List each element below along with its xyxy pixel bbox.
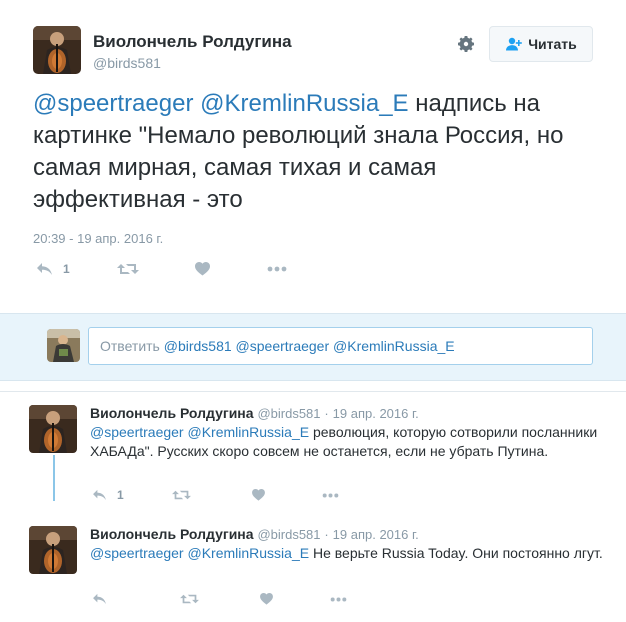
reply-button[interactable]: [92, 593, 117, 605]
reply-text: @speertraeger @KremlinRussia_E Не верьте…: [90, 544, 620, 563]
reply-input[interactable]: Ответить @birds581 @speertraeger @Kremli…: [88, 327, 593, 365]
reply-icon: [93, 593, 106, 605]
more-icon: [330, 597, 347, 601]
tweet-actions: 1: [36, 262, 287, 276]
retweet-button[interactable]: [180, 593, 199, 605]
reply-button[interactable]: 1: [92, 488, 124, 502]
separator: ·: [324, 406, 329, 421]
reply-date[interactable]: 19 апр. 2016 г.: [333, 406, 419, 421]
reply-count: 1: [117, 488, 124, 502]
reply-mentions: @birds581 @speertraeger @KremlinRussia_E: [163, 338, 455, 354]
mention-link[interactable]: @speertraeger: [33, 90, 193, 117]
thread-reply[interactable]: Виолончель Ролдугина @birds581 · 19 апр.…: [0, 510, 626, 622]
more-button[interactable]: [330, 597, 347, 602]
like-button[interactable]: [260, 593, 273, 605]
reply-author-handle[interactable]: @birds581: [257, 527, 320, 542]
heart-icon: [194, 262, 210, 276]
thread-connector: [53, 455, 55, 501]
retweet-button[interactable]: [116, 262, 139, 276]
more-icon: [267, 266, 287, 272]
reply-header: Виолончель Ролдугина @birds581 · 19 апр.…: [90, 526, 419, 542]
reply-date[interactable]: 19 апр. 2016 г.: [333, 527, 419, 542]
current-user-avatar: [47, 329, 80, 362]
mention-links[interactable]: @speertraeger @KremlinRussia_E: [90, 545, 309, 561]
reply-author-name[interactable]: Виолончель Ролдугина: [90, 526, 254, 542]
author-name[interactable]: Виолончель Ролдугина: [93, 32, 292, 52]
author-handle[interactable]: @birds581: [93, 55, 161, 71]
main-tweet: Виолончель Ролдугина @birds581 Читать @s…: [0, 0, 626, 313]
reply-author-handle[interactable]: @birds581: [257, 406, 320, 421]
gear-icon[interactable]: [456, 34, 476, 54]
reply-author-name[interactable]: Виолончель Ролдугина: [90, 405, 254, 421]
tweet-timestamp[interactable]: 20:39 - 19 апр. 2016 г.: [33, 231, 163, 246]
follow-button[interactable]: Читать: [489, 26, 593, 62]
avatar[interactable]: [29, 526, 77, 574]
like-button[interactable]: [251, 489, 265, 501]
mention-links[interactable]: @speertraeger @KremlinRussia_E: [90, 424, 309, 440]
reply-actions: [92, 593, 347, 605]
reply-button[interactable]: 1: [36, 262, 70, 276]
retweet-icon: [171, 490, 191, 500]
reply-body: Не верьте Russia Today. Они постоянно лг…: [312, 545, 603, 561]
avatar[interactable]: [33, 26, 81, 74]
reply-icon: [93, 489, 106, 501]
more-button[interactable]: [322, 493, 339, 498]
retweet-icon: [116, 264, 139, 274]
follow-button-label: Читать: [528, 36, 577, 52]
thread-reply[interactable]: Виолончель Ролдугина @birds581 · 19 апр.…: [0, 392, 626, 510]
add-user-icon: [506, 37, 523, 51]
reply-text: @speertraeger @KremlinRussia_E революция…: [90, 423, 620, 461]
separator: ·: [324, 527, 329, 542]
reply-header: Виолончель Ролдугина @birds581 · 19 апр.…: [90, 405, 419, 421]
like-button[interactable]: [194, 262, 210, 276]
more-icon: [322, 493, 339, 497]
reply-composer: Ответить @birds581 @speertraeger @Kremli…: [0, 313, 626, 381]
reply-actions: 1: [92, 488, 339, 502]
reply-icon: [37, 263, 52, 275]
tweet-text: @speertraeger @KremlinRussia_E надпись н…: [33, 88, 593, 216]
heart-icon: [251, 489, 265, 501]
heart-icon: [260, 593, 273, 605]
retweet-icon: [180, 594, 199, 604]
reply-placeholder-prefix: Ответить: [100, 338, 160, 354]
more-button[interactable]: [267, 266, 287, 272]
avatar[interactable]: [29, 405, 77, 453]
retweet-button[interactable]: [171, 489, 191, 501]
reply-count: 1: [63, 262, 70, 276]
mention-link[interactable]: @KremlinRussia_E: [200, 90, 408, 117]
conversation-thread: Виолончель Ролдугина @birds581 · 19 апр.…: [0, 391, 626, 622]
